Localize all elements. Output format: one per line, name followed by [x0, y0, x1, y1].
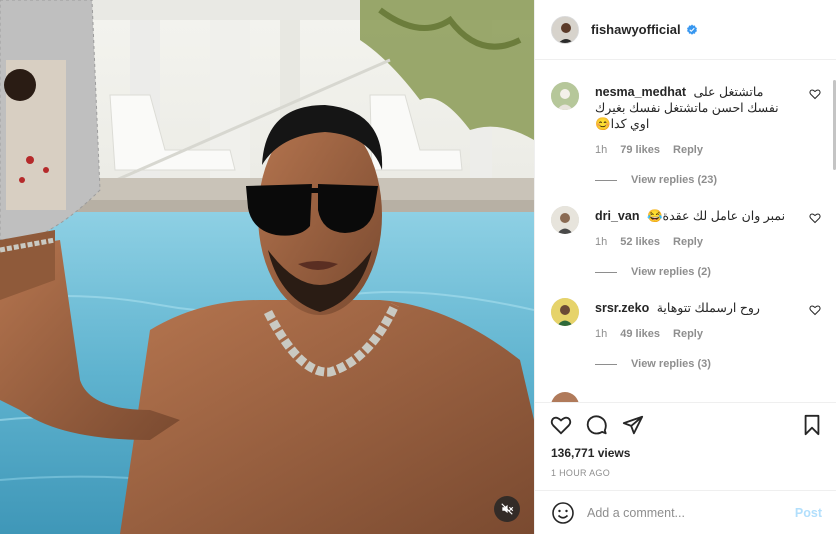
comment-button[interactable]	[585, 413, 609, 437]
view-count[interactable]: 136,771 views	[551, 446, 630, 460]
comment-time[interactable]: 1h	[595, 144, 607, 156]
comment-item: dri_van نمبر وان عامل لك عقدة😂 1h 52 lik…	[551, 206, 821, 286]
comment-icon	[586, 415, 607, 435]
comment-text: روح ارسملك تتوهاية	[656, 301, 760, 315]
post-side-panel: fishawyofficial nesma_medhat ماتشتغل على…	[534, 0, 836, 534]
comment-likes[interactable]: 79 likes	[620, 144, 660, 156]
comment-body: srsr.zeko روح ارسملك تتوهاية	[595, 300, 795, 316]
divider	[595, 271, 617, 273]
heart-icon	[550, 416, 572, 435]
reply-button[interactable]: Reply	[673, 144, 703, 156]
comment-username[interactable]: dri_van	[595, 209, 639, 223]
comment-body: dri_van نمبر وان عامل لك عقدة😂	[595, 208, 795, 224]
comment-time[interactable]: 1h	[595, 328, 607, 340]
commenter-picture	[551, 298, 579, 326]
share-icon	[622, 415, 644, 435]
comment-likes[interactable]: 52 likes	[620, 236, 660, 248]
bookmark-icon	[804, 414, 820, 436]
post-button[interactable]: Post	[795, 506, 822, 520]
view-replies-button[interactable]: View replies (3)	[595, 358, 711, 370]
avatar[interactable]	[551, 206, 579, 234]
reply-button[interactable]: Reply	[673, 328, 703, 340]
avatar[interactable]	[551, 392, 579, 402]
comment-meta: 1h 79 likes Reply	[595, 144, 703, 156]
comments-scrollbar[interactable]	[832, 60, 836, 402]
avatar[interactable]	[551, 298, 579, 326]
post-timestamp[interactable]: 1 HOUR AGO	[551, 468, 610, 478]
reply-button[interactable]: Reply	[673, 236, 703, 248]
heart-icon[interactable]	[809, 88, 821, 100]
comment-meta: 1h 52 likes Reply	[595, 236, 703, 248]
video-frame	[0, 0, 534, 534]
mute-button[interactable]	[494, 496, 520, 522]
profile-picture	[552, 16, 578, 43]
share-button[interactable]	[621, 413, 645, 437]
view-replies-label: View replies (3)	[631, 358, 711, 370]
emoji-icon	[552, 501, 574, 524]
comment-item-partial	[551, 392, 821, 402]
comment-likes[interactable]: 49 likes	[620, 328, 660, 340]
view-replies-label: View replies (23)	[631, 174, 718, 186]
post-actions-section: 136,771 views 1 HOUR AGO Post	[535, 402, 836, 534]
view-replies-button[interactable]: View replies (2)	[595, 266, 711, 278]
view-replies-button[interactable]: View replies (23)	[595, 174, 717, 186]
emoji-button[interactable]	[551, 501, 575, 525]
comment-meta: 1h 49 likes Reply	[595, 328, 703, 340]
avatar[interactable]	[551, 82, 579, 110]
comments-list[interactable]: nesma_medhat ماتشتغل على نفسك احسن ماتشت…	[535, 60, 836, 402]
avatar[interactable]	[551, 15, 579, 44]
heart-icon[interactable]	[809, 212, 821, 224]
comment-item: srsr.zeko روح ارسملك تتوهاية 1h 49 likes…	[551, 298, 821, 378]
action-bar	[549, 413, 645, 437]
comment-body: nesma_medhat ماتشتغل على نفسك احسن ماتشت…	[595, 84, 795, 132]
commenter-picture	[551, 82, 579, 110]
comment-text: نمبر وان عامل لك عقدة😂	[646, 209, 786, 223]
comment-time[interactable]: 1h	[595, 236, 607, 248]
save-button[interactable]	[800, 413, 824, 437]
heart-icon[interactable]	[809, 304, 821, 316]
like-button[interactable]	[549, 413, 573, 437]
muted-speaker-icon	[501, 503, 514, 515]
verified-badge-icon	[686, 24, 697, 35]
divider	[595, 363, 617, 365]
comment-input[interactable]	[587, 505, 787, 520]
post-header: fishawyofficial	[535, 0, 836, 60]
post-modal: fishawyofficial nesma_medhat ماتشتغل على…	[0, 0, 836, 534]
add-comment-bar: Post	[535, 490, 836, 534]
comment-username[interactable]: nesma_medhat	[595, 85, 686, 99]
comment-item: nesma_medhat ماتشتغل على نفسك احسن ماتشت…	[551, 82, 821, 192]
view-replies-label: View replies (2)	[631, 266, 711, 278]
author-username[interactable]: fishawyofficial	[591, 22, 681, 37]
comment-username[interactable]: srsr.zeko	[595, 301, 649, 315]
commenter-picture	[551, 206, 579, 234]
divider	[595, 179, 617, 181]
video-player[interactable]	[0, 0, 534, 534]
post-author[interactable]: fishawyofficial	[591, 22, 698, 37]
